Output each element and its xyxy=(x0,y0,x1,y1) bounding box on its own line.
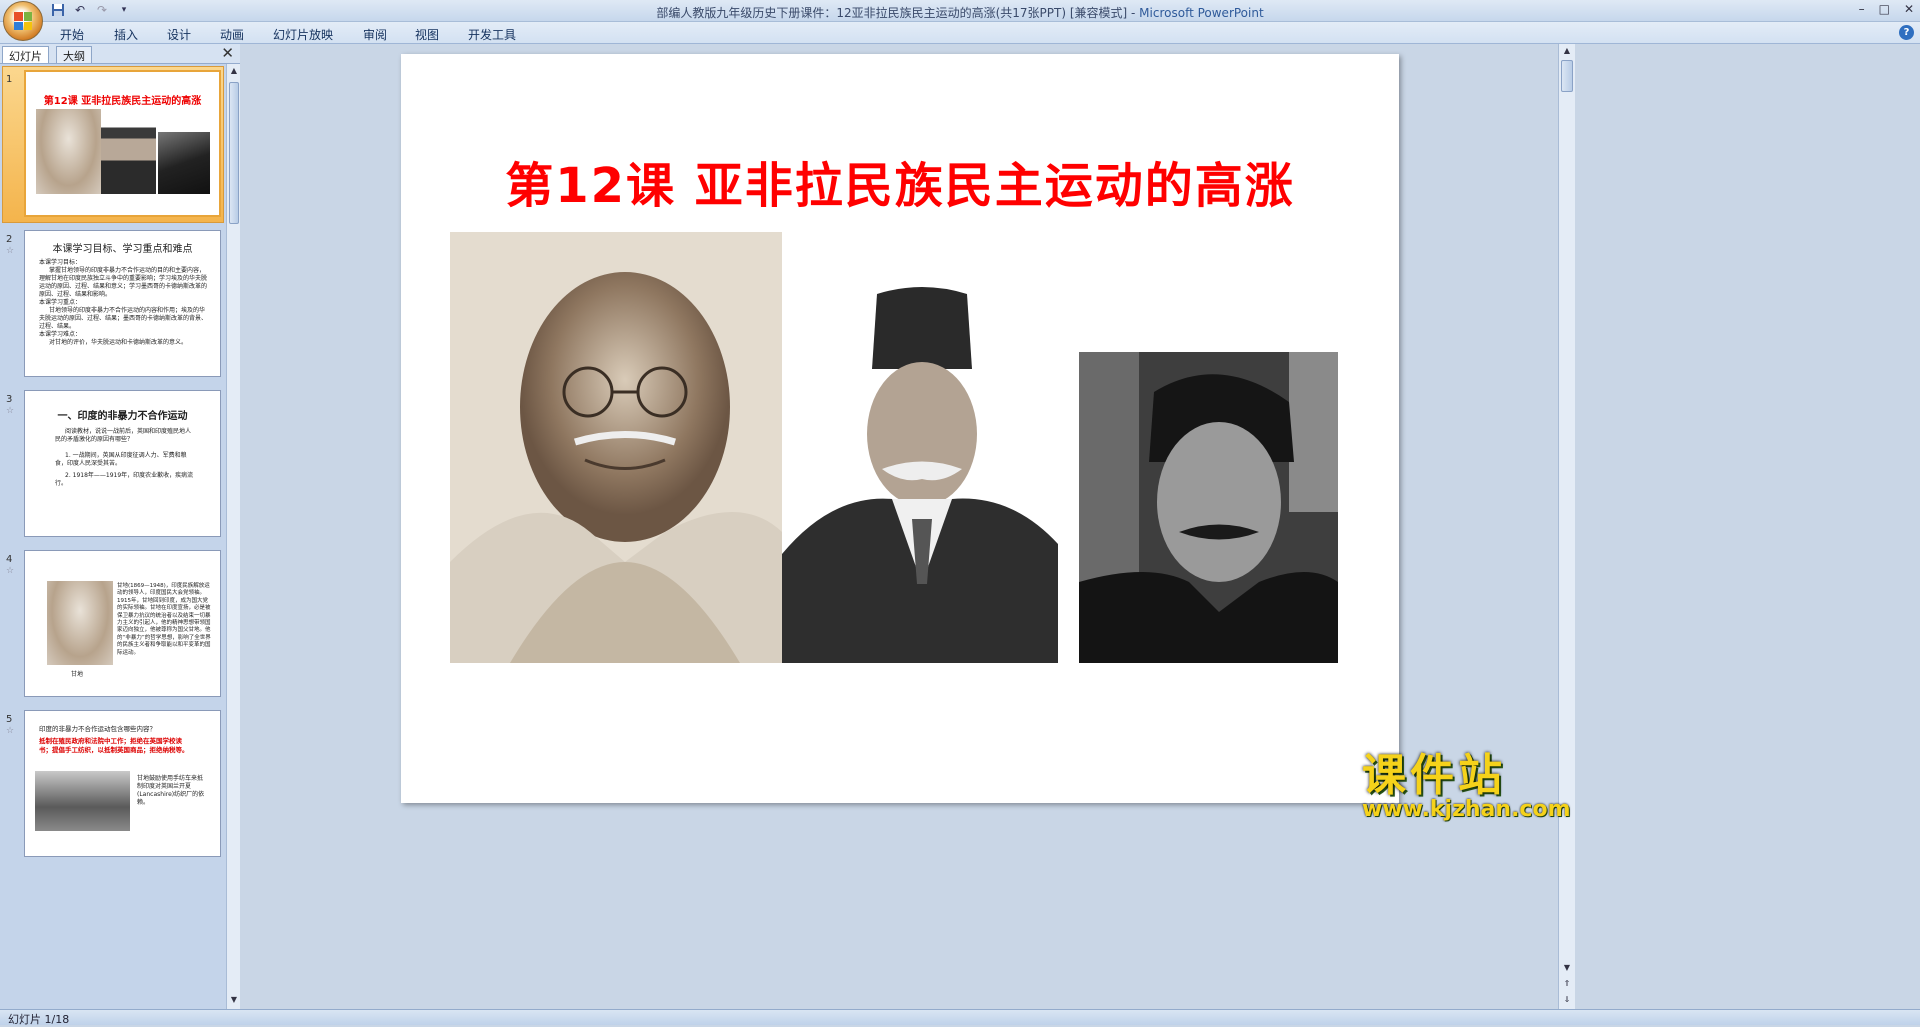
thumbnail-number: 3 xyxy=(6,394,13,405)
tab-review[interactable]: 审阅 xyxy=(363,26,387,43)
scroll-down-icon[interactable]: ▼ xyxy=(1562,963,1572,975)
thumb-photo-cardenas xyxy=(158,132,210,194)
current-slide[interactable]: 第12课 亚非拉民族民主运动的高涨 xyxy=(401,54,1399,803)
help-icon[interactable]: ? xyxy=(1899,25,1914,40)
tab-design[interactable]: 设计 xyxy=(167,26,191,43)
previous-slide-icon[interactable]: ⇑ xyxy=(1562,979,1572,991)
tab-home[interactable]: 开始 xyxy=(60,26,84,43)
thumbnail-number: 5 xyxy=(6,714,13,725)
slide-title[interactable]: 第12课 亚非拉民族民主运动的高涨 xyxy=(401,146,1399,216)
thumbnail-line: 掌握甘地领导的印度非暴力不合作运动的目的和主要内容，理解甘地在印度民族独立斗争中… xyxy=(39,267,208,298)
next-slide-icon[interactable]: ⇓ xyxy=(1562,995,1572,1007)
title-bar: ↶ ↷ ▾ 部编人教版九年级历史下册课件：12亚非拉民族民主运动的高涨(共17张… xyxy=(0,0,1920,22)
thumbnail-title: 一、印度的非暴力不合作运动 xyxy=(57,411,188,422)
thumbnail-slide-5[interactable]: 5 ☆ 印度的非暴力不合作运动包含哪些内容？ 抵制在殖民政府和法院中工作；拒绝在… xyxy=(0,710,226,860)
thumbnail-list: 1 第12课 亚非拉民族民主运动的高涨 2 ☆ 本课学习目标、学习重点和难点 本… xyxy=(0,64,226,1009)
thumbnail-line: 甘地鼓励使用手纺车来抵制印度对英国兰开夏(Lancashire)纺织厂的依赖。 xyxy=(137,775,205,806)
tab-animations[interactable]: 动画 xyxy=(220,26,244,43)
slide-editing-area: 第12课 亚非拉民族民主运动的高涨 xyxy=(241,44,1558,1009)
tab-developer[interactable]: 开发工具 xyxy=(468,26,516,43)
thumbnail-number: 1 xyxy=(6,74,13,85)
thumbnail-slide-2[interactable]: 2 ☆ 本课学习目标、学习重点和难点 本课学习目标： 掌握甘地领导的印度非暴力不… xyxy=(0,230,226,380)
thumbnail-line: 2. 1918年——1919年，印度农业歉收，疾病流行。 xyxy=(55,472,194,487)
thumbnail-title: 印度的非暴力不合作运动包含哪些内容？ xyxy=(39,725,156,733)
animation-star-icon: ☆ xyxy=(6,406,15,416)
thumbnail-body: 阅读教材，说说一战前后，英国和印度殖民地人民的矛盾激化的原因有哪些？ 1. 一战… xyxy=(25,422,220,488)
thumbnail-line: 本课学习难点： xyxy=(39,331,82,338)
maximize-button[interactable]: □ xyxy=(1879,2,1890,16)
thumbnail-line: 1. 一战期间，英国从印度征调人力、军费和粮食，印度人民深受其苦。 xyxy=(55,452,187,467)
thumb-photo-spinning xyxy=(35,771,130,831)
thumbnail-line: 阅读教材，说说一战前后，英国和印度殖民地人民的矛盾激化的原因有哪些？ xyxy=(55,428,192,443)
app-name: Microsoft PowerPoint xyxy=(1139,6,1264,20)
thumbnail-line: 甘地领导的印度非暴力不合作运动的内容和作用；埃及的华夫脱运动的原因、过程、结果；… xyxy=(39,307,208,330)
panel-tabs: 幻灯片 大纲 ✕ xyxy=(0,44,240,64)
thumbnail-line: 本课学习目标： xyxy=(39,259,82,266)
thumbnail-line: 甘地(1869—1948)，印度民族解放运动的领导人，印度国民大会党领袖。191… xyxy=(117,583,211,656)
scroll-up-icon[interactable]: ▲ xyxy=(1562,46,1572,58)
window-title: 部编人教版九年级历史下册课件：12亚非拉民族民主运动的高涨(共17张PPT) [… xyxy=(0,4,1920,21)
thumb-photo-gandhi xyxy=(36,109,101,194)
thumb-photo-gandhi xyxy=(47,581,113,665)
thumbnail-line: 对甘地的评价，华夫脱运动和卡德纳斯改革的意义。 xyxy=(49,339,188,346)
photo-zaghlul[interactable] xyxy=(782,284,1058,663)
thumbnail-line: 本课学习重点： xyxy=(39,299,82,306)
animation-star-icon: ☆ xyxy=(6,726,15,736)
office-logo-icon xyxy=(14,12,32,30)
thumbnail-title: 本课学习目标、学习重点和难点 xyxy=(52,244,193,255)
scroll-up-icon[interactable]: ▲ xyxy=(229,66,239,78)
office-button[interactable] xyxy=(3,1,43,41)
thumbnail-slide-3[interactable]: 3 ☆ 一、印度的非暴力不合作运动 阅读教材，说说一战前后，英国和印度殖民地人民… xyxy=(0,390,226,540)
document-title: 部编人教版九年级历史下册课件：12亚非拉民族民主运动的高涨(共17张PPT) [… xyxy=(656,6,1128,20)
thumbnail-number: 4 xyxy=(6,554,13,565)
photo-cardenas[interactable] xyxy=(1079,352,1338,663)
ribbon-tabs: 开始 插入 设计 动画 幻灯片放映 审阅 视图 开发工具 ? xyxy=(0,22,1920,44)
tab-outline[interactable]: 大纲 xyxy=(56,46,92,63)
watermark-url: www.kjzhan.com xyxy=(1362,797,1571,822)
thumb-photo-zaghlul xyxy=(101,120,156,194)
photo-gandhi[interactable] xyxy=(450,232,782,663)
thumbnail-image: 印度的非暴力不合作运动包含哪些内容？ 抵制在殖民政府和法院中工作；拒绝在英国学校… xyxy=(24,710,221,857)
scroll-thumb[interactable] xyxy=(1561,60,1573,92)
window-controls: – □ ✕ xyxy=(1859,2,1914,16)
status-bar: 幻灯片 1/18 xyxy=(0,1009,1920,1026)
thumbnail-slide-4[interactable]: 4 ☆ 甘地 甘地(1869—1948)，印度民族解放运动的领导人，印度国民大会… xyxy=(0,550,226,700)
slides-panel: 幻灯片 大纲 ✕ 1 第12课 亚非拉民族民主运动的高涨 2 ☆ 本课学习目标、… xyxy=(0,44,240,1009)
close-icon[interactable]: ✕ xyxy=(221,44,234,62)
minimize-button[interactable]: – xyxy=(1859,2,1865,16)
thumbnail-caption: 甘地 xyxy=(71,671,84,678)
thumbnail-slide-1[interactable]: 1 第12课 亚非拉民族民主运动的高涨 xyxy=(0,66,226,223)
title-separator: - xyxy=(1127,6,1140,20)
thumbnail-body: 本课学习目标： 掌握甘地领导的印度非暴力不合作运动的目的和主要内容，理解甘地在印… xyxy=(25,255,220,347)
thumbnail-title: 第12课 亚非拉民族民主运动的高涨 xyxy=(43,96,202,107)
animation-star-icon: ☆ xyxy=(6,246,15,256)
tab-slides[interactable]: 幻灯片 xyxy=(2,46,49,63)
tab-slideshow[interactable]: 幻灯片放映 xyxy=(273,26,333,43)
watermark-text: 课件站 xyxy=(1362,750,1506,801)
tab-view[interactable]: 视图 xyxy=(415,26,439,43)
watermark-logo: 课件站 www.kjzhan.com xyxy=(1362,750,1571,821)
close-button[interactable]: ✕ xyxy=(1904,2,1914,16)
scroll-thumb[interactable] xyxy=(229,82,239,224)
thumbnail-image: 甘地 甘地(1869—1948)，印度民族解放运动的领导人，印度国民大会党领袖。… xyxy=(24,550,221,697)
tab-insert[interactable]: 插入 xyxy=(114,26,138,43)
slide-scrollbar[interactable]: ▲ ▼ ⇑ ⇓ xyxy=(1558,44,1575,1009)
thumbnail-image: 一、印度的非暴力不合作运动 阅读教材，说说一战前后，英国和印度殖民地人民的矛盾激… xyxy=(24,390,221,537)
thumbnail-number: 2 xyxy=(6,234,13,245)
thumbnail-image: 本课学习目标、学习重点和难点 本课学习目标： 掌握甘地领导的印度非暴力不合作运动… xyxy=(24,230,221,377)
thumbnail-red-text: 抵制在殖民政府和法院中工作；拒绝在英国学校读书；提倡手工纺织，以抵制英国商品；拒… xyxy=(39,737,189,754)
thumbnail-scrollbar[interactable]: ▲ ▼ xyxy=(226,64,240,1009)
scroll-down-icon[interactable]: ▼ xyxy=(229,995,239,1007)
thumbnail-image: 第12课 亚非拉民族民主运动的高涨 xyxy=(24,70,221,217)
animation-star-icon: ☆ xyxy=(6,566,15,576)
